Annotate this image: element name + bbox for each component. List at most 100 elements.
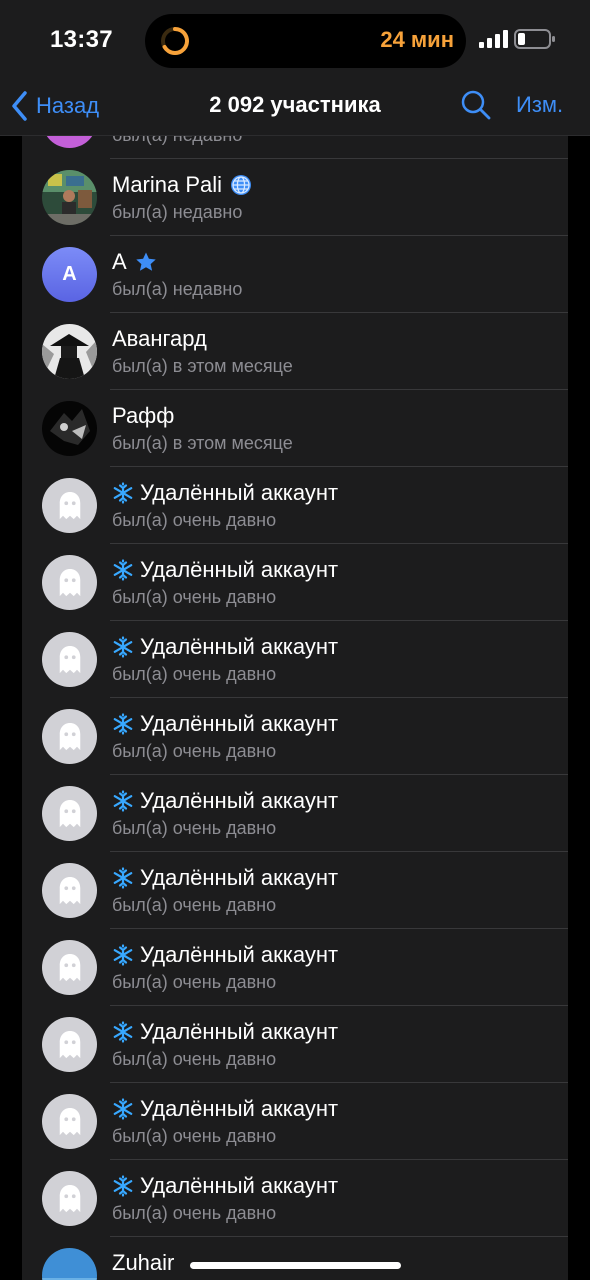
globe-icon — [230, 174, 252, 196]
deleted-account-ghost-icon — [42, 1171, 97, 1226]
member-last-seen: был(а) очень давно — [112, 1203, 277, 1223]
member-last-seen: был(а) очень давно — [112, 587, 277, 607]
member-row[interactable]: Удалённый аккаунт был(а) очень давно — [22, 467, 568, 544]
member-name: Удалённый аккаунт — [112, 1173, 338, 1199]
member-name-text: Marina Pali — [112, 172, 223, 197]
deleted-account-ghost-icon — [42, 478, 97, 533]
member-last-seen: был(а) очень давно — [112, 972, 277, 992]
avatar — [42, 1248, 97, 1280]
member-last-seen: был(а) недавно — [112, 136, 242, 146]
member-last-seen: был(а) очень давно — [112, 818, 277, 838]
member-name-text: Удалённый аккаунт — [140, 942, 339, 967]
member-row[interactable]: Рафф был(а) в этом месяце — [22, 390, 568, 467]
member-last-seen: был(а) очень давно — [112, 1126, 277, 1146]
member-name: Удалённый аккаунт — [112, 865, 338, 891]
chevron-left-icon — [12, 91, 27, 121]
member-name-text: Удалённый аккаунт — [140, 634, 339, 659]
avatar — [42, 324, 97, 379]
member-name: Удалённый аккаунт — [112, 480, 338, 506]
deleted-account-ghost-icon — [42, 786, 97, 841]
status-bar: 13:37 24 мин — [0, 0, 590, 80]
member-row[interactable]: Marina Pali был(а) недавно — [22, 159, 568, 236]
member-last-seen: был(а) очень давно — [112, 510, 277, 530]
member-name: Marina Pali — [112, 172, 252, 198]
member-row[interactable]: Удалённый аккаунт был(а) очень давно — [22, 852, 568, 929]
deleted-account-ghost-icon — [42, 863, 97, 918]
member-row[interactable]: Удалённый аккаунт был(а) очень давно — [22, 698, 568, 775]
member-name: Удалённый аккаунт — [112, 1019, 338, 1045]
star-icon — [135, 251, 157, 273]
member-last-seen: был(а) в этом месяце — [112, 433, 293, 453]
member-name: Удалённый аккаунт — [112, 711, 338, 737]
member-name-text: А — [112, 249, 127, 274]
member-name-text: Рафф — [112, 403, 175, 428]
home-indicator[interactable] — [190, 1262, 401, 1269]
member-name: Авангард — [112, 326, 207, 352]
member-row[interactable]: А Абыл(а) недавно — [22, 236, 568, 313]
avatar: А — [42, 247, 97, 302]
member-name: Рафф — [112, 403, 174, 429]
member-name-text: Удалённый аккаунт — [140, 1173, 339, 1198]
avatar — [42, 136, 97, 148]
member-name-text: Удалённый аккаунт — [140, 1096, 339, 1121]
snowflake-icon — [112, 1098, 134, 1120]
member-name-text: Удалённый аккаунт — [140, 480, 339, 505]
deleted-account-ghost-icon — [42, 940, 97, 995]
avatar — [42, 401, 97, 456]
deleted-account-ghost-icon — [42, 709, 97, 764]
status-time: 13:37 — [50, 26, 113, 53]
member-row[interactable]: Удалённый аккаунт был(а) очень давно — [22, 1083, 568, 1160]
member-name: Удалённый аккаунт — [112, 942, 338, 968]
snowflake-icon — [112, 482, 134, 504]
timer-remaining: 24 мин — [380, 27, 454, 52]
snowflake-icon — [112, 636, 134, 658]
member-name-text: Авангард — [112, 326, 207, 351]
member-row[interactable]: Удалённый аккаунт был(а) очень давно — [22, 621, 568, 698]
member-last-seen: был(а) очень давно — [112, 741, 277, 761]
snowflake-icon — [112, 790, 134, 812]
member-name-text: Удалённый аккаунт — [140, 865, 339, 890]
avatar — [42, 170, 97, 225]
snowflake-icon — [112, 867, 134, 889]
snowflake-icon — [112, 944, 134, 966]
member-name: Удалённый аккаунт — [112, 634, 338, 660]
member-row[interactable]: Zuhair — [22, 1237, 568, 1280]
member-name-text: Zuhair — [112, 1250, 175, 1275]
deleted-account-ghost-icon — [42, 555, 97, 610]
deleted-account-ghost-icon — [42, 632, 97, 687]
member-row[interactable]: был(а) недавно — [22, 136, 568, 159]
member-row[interactable]: Авангард был(а) в этом месяце — [22, 313, 568, 390]
member-last-seen: был(а) очень давно — [112, 895, 277, 915]
member-row[interactable]: Удалённый аккаунт был(а) очень давно — [22, 929, 568, 1006]
member-name: Zuhair — [112, 1250, 174, 1276]
member-name: А — [112, 249, 157, 275]
member-last-seen: был(а) очень давно — [112, 664, 277, 684]
member-name: Удалённый аккаунт — [112, 788, 338, 814]
member-row[interactable]: Удалённый аккаунт был(а) очень давно — [22, 1160, 568, 1237]
deleted-account-ghost-icon — [42, 1094, 97, 1149]
member-name-text: Удалённый аккаунт — [140, 557, 339, 582]
battery-icon — [514, 29, 555, 49]
navigation-bar: Назад 2 092 участника Изм. — [0, 80, 590, 136]
timer-ring-icon — [161, 27, 189, 55]
member-name-text: Удалённый аккаунт — [140, 711, 339, 736]
member-row[interactable]: Удалённый аккаунт был(а) очень давно — [22, 544, 568, 621]
snowflake-icon — [112, 1021, 134, 1043]
edit-button[interactable]: Изм. — [516, 92, 563, 118]
back-button[interactable]: Назад — [10, 88, 99, 124]
members-list[interactable]: был(а) недавноMarina Paliбыл(а) недавноА… — [22, 136, 568, 1280]
members-list-content: был(а) недавноMarina Paliбыл(а) недавноА… — [22, 136, 568, 1280]
back-label: Назад — [36, 93, 100, 118]
member-last-seen: был(а) недавно — [112, 202, 243, 222]
member-name: Удалённый аккаунт — [112, 1096, 338, 1122]
member-last-seen: был(а) недавно — [112, 279, 243, 299]
deleted-account-ghost-icon — [42, 1017, 97, 1072]
snowflake-icon — [112, 559, 134, 581]
snowflake-icon — [112, 713, 134, 735]
dynamic-island[interactable]: 24 мин — [145, 14, 466, 68]
snowflake-icon — [112, 1175, 134, 1197]
member-row[interactable]: Удалённый аккаунт был(а) очень давно — [22, 1006, 568, 1083]
search-icon[interactable] — [460, 89, 492, 121]
member-name-text: Удалённый аккаунт — [140, 1019, 339, 1044]
member-row[interactable]: Удалённый аккаунт был(а) очень давно — [22, 775, 568, 852]
